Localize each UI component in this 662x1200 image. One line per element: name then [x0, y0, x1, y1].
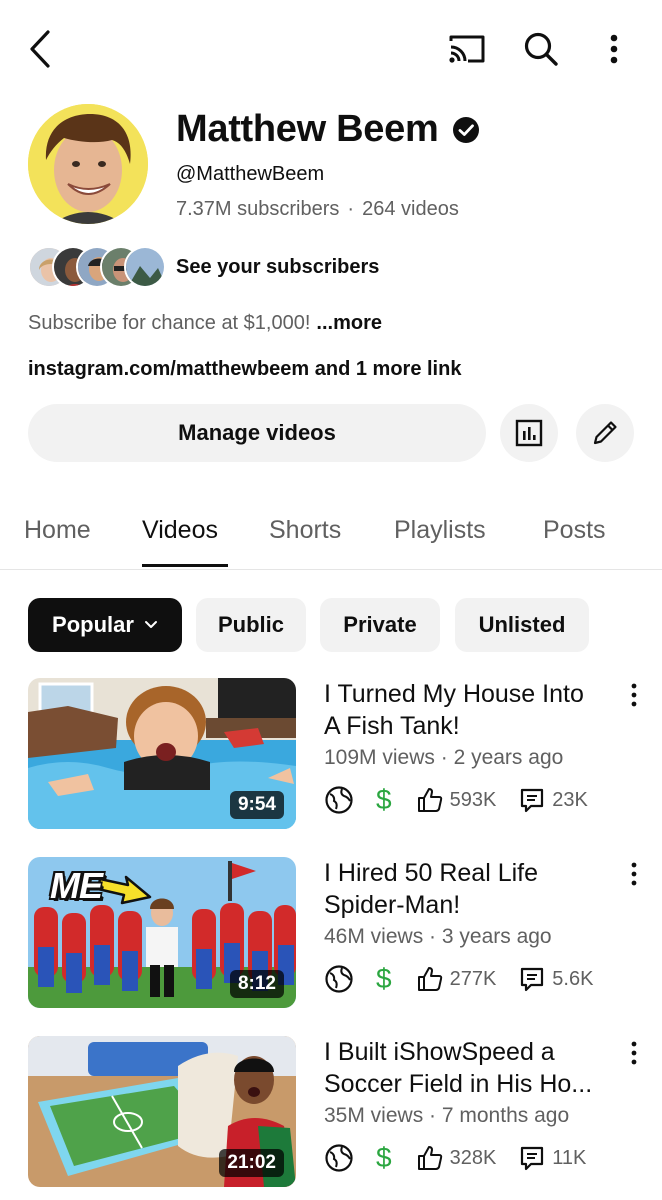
cast-icon[interactable]	[444, 28, 488, 70]
video-duration: 8:12	[229, 970, 284, 998]
thumbs-up-icon	[417, 788, 442, 812]
thumbnail-caption: ME	[50, 865, 103, 906]
analytics-icon	[515, 419, 543, 447]
globe-icon	[325, 1144, 353, 1172]
comment-icon	[521, 1146, 544, 1171]
video-title-line: Spider-Man!	[324, 891, 461, 919]
video-age: 2 years ago	[453, 746, 564, 769]
video-age: 3 years ago	[441, 925, 552, 948]
search-icon[interactable]	[520, 28, 562, 70]
video-list-item[interactable]: ME 8:12 I Hired 50 Real Life Spider-Man!…	[0, 857, 662, 1011]
video-meta: 109M views · 2 years ago	[324, 746, 564, 769]
subscriber-count: 7.37M subscribers	[176, 198, 340, 220]
video-title-line: A Fish Tank!	[324, 712, 460, 740]
pencil-icon	[593, 421, 617, 445]
comment-icon	[521, 788, 544, 813]
video-list-item[interactable]: 9:54 I Turned My House Into A Fish Tank!…	[0, 678, 662, 832]
likes-count: 328K	[449, 1146, 497, 1169]
verified-badge-icon	[453, 116, 480, 143]
video-duration: 21:02	[219, 1149, 284, 1177]
analytics-button[interactable]	[500, 404, 558, 462]
video-meta: 35M views · 7 months ago	[324, 1104, 570, 1127]
subscriber-avatars[interactable]	[28, 246, 168, 288]
likes-stat: 277K	[416, 965, 497, 993]
video-title-line: Soccer Field in His Ho...	[324, 1070, 593, 1098]
video-thumbnail[interactable]: ME 8:12	[28, 857, 296, 1008]
video-views: 46M views	[324, 925, 424, 948]
video-age: 7 months ago	[441, 1104, 570, 1127]
video-views: 35M views	[324, 1104, 424, 1127]
likes-count: 593K	[449, 788, 497, 811]
globe-icon	[325, 786, 353, 814]
comments-stat: 5.6K	[518, 965, 593, 993]
comment-icon	[521, 967, 544, 992]
comments-stat: 11K	[518, 1144, 586, 1172]
comments-count: 5.6K	[552, 967, 594, 990]
video-meta: 46M views · 3 years ago	[324, 925, 552, 948]
chip-unlisted[interactable]: Unlisted	[455, 598, 589, 652]
tab-posts[interactable]: Posts	[543, 516, 606, 545]
description-text: Subscribe for chance at $1,000!	[28, 312, 311, 334]
video-thumbnail[interactable]: 21:02	[28, 1036, 296, 1187]
channel-tabs: Home Videos Shorts Playlists Posts	[0, 498, 662, 570]
video-stats-row: $ 277K 5.6K	[324, 963, 593, 995]
comments-stat: 23K	[518, 786, 588, 814]
edit-channel-button[interactable]	[576, 404, 634, 462]
likes-stat: 593K	[416, 786, 497, 814]
globe-icon	[325, 965, 353, 993]
video-duration: 9:54	[229, 791, 284, 819]
tab-home[interactable]: Home	[24, 516, 91, 545]
active-tab-indicator	[142, 564, 228, 567]
stats-separator: ·	[347, 198, 355, 220]
video-more-icon[interactable]	[622, 1038, 646, 1068]
comments-count: 11K	[552, 1146, 587, 1169]
chip-popular-label: Popular	[52, 612, 134, 637]
chip-popular[interactable]: Popular	[28, 598, 182, 652]
comments-count: 23K	[552, 788, 588, 811]
chip-private[interactable]: Private	[320, 598, 440, 652]
video-title[interactable]: I Built iShowSpeed a Soccer Field in His…	[324, 1036, 620, 1100]
channel-links[interactable]: instagram.com/matthewbeem and 1 more lin…	[28, 358, 461, 381]
channel-name: Matthew Beem	[176, 108, 480, 151]
chevron-down-icon	[144, 621, 157, 628]
tab-shorts[interactable]: Shorts	[269, 516, 341, 545]
likes-count: 277K	[449, 967, 497, 990]
channel-handle: @MatthewBeem	[176, 163, 325, 185]
description-more-link[interactable]: ...more	[316, 312, 382, 334]
see-subscribers-link[interactable]: See your subscribers	[176, 256, 379, 279]
video-title[interactable]: I Hired 50 Real Life Spider-Man!	[324, 857, 620, 921]
video-more-icon[interactable]	[622, 859, 646, 889]
channel-description[interactable]: Subscribe for chance at $1,000! ...more	[28, 312, 382, 335]
video-count: 264 videos	[362, 198, 459, 220]
video-list-item[interactable]: 21:02 I Built iShowSpeed a Soccer Field …	[0, 1036, 662, 1190]
video-thumbnail[interactable]: 9:54	[28, 678, 296, 829]
video-stats-row: $ 593K 23K	[324, 784, 588, 816]
video-title-line: I Hired 50 Real Life	[324, 859, 539, 887]
chip-public[interactable]: Public	[196, 598, 306, 652]
likes-stat: 328K	[416, 1144, 497, 1172]
tab-videos[interactable]: Videos	[142, 516, 218, 545]
channel-name-text: Matthew Beem	[176, 108, 439, 150]
channel-stats: 7.37M subscribers · 264 videos	[176, 198, 459, 221]
more-vert-icon[interactable]	[600, 28, 628, 70]
back-arrow-icon[interactable]	[20, 26, 60, 72]
monetization-dollar-icon: $	[376, 1142, 392, 1173]
subscriber-avatar	[124, 246, 166, 288]
video-more-icon[interactable]	[622, 680, 646, 710]
thumbs-up-icon	[417, 967, 442, 991]
video-title-line: I Turned My House Into	[324, 680, 584, 708]
tab-playlists[interactable]: Playlists	[394, 516, 486, 545]
video-stats-row: $ 328K 11K	[324, 1142, 586, 1174]
video-views: 109M views	[324, 746, 435, 769]
thumbs-up-icon	[417, 1146, 442, 1170]
video-title-line: I Built iShowSpeed a	[324, 1038, 555, 1066]
manage-videos-button[interactable]: Manage videos	[28, 404, 486, 462]
channel-avatar[interactable]	[28, 104, 148, 224]
monetization-dollar-icon: $	[376, 784, 392, 815]
top-app-bar	[0, 0, 662, 100]
monetization-dollar-icon: $	[376, 963, 392, 994]
video-title[interactable]: I Turned My House Into A Fish Tank!	[324, 678, 620, 742]
